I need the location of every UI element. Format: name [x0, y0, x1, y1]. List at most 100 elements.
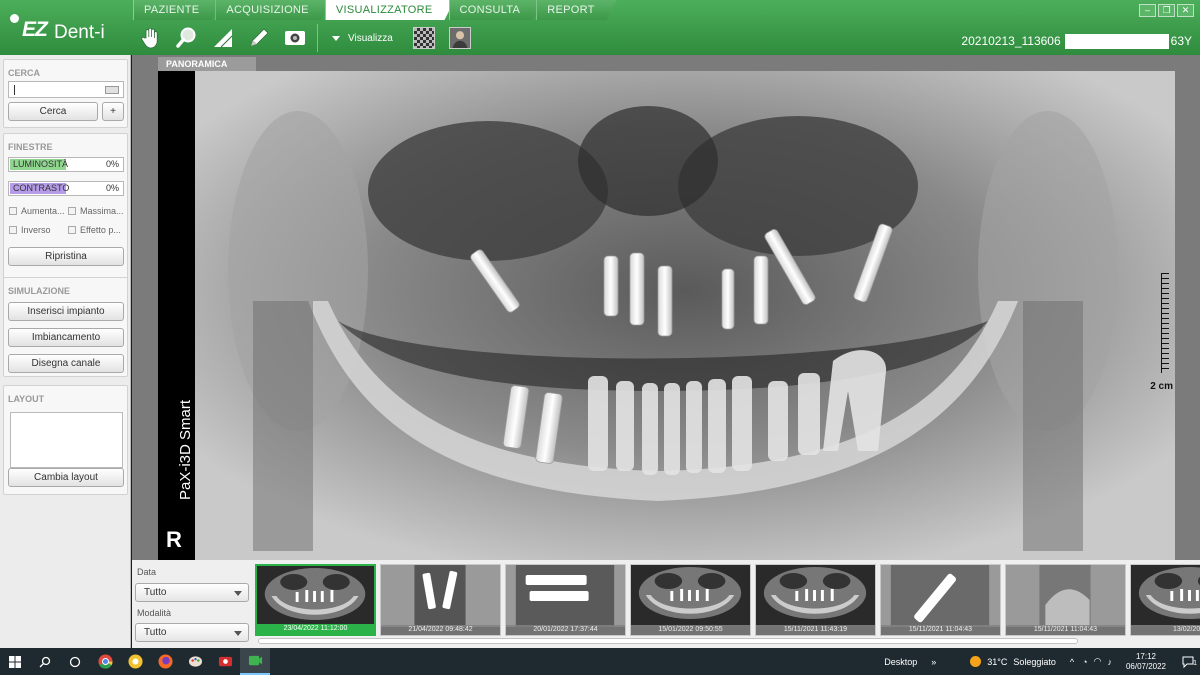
hand-icon[interactable]: [133, 23, 169, 53]
pencil-icon[interactable]: [241, 23, 277, 53]
study-thumbnail[interactable]: 15/11/2021 11:04:43: [1005, 564, 1126, 636]
layout-preview[interactable]: [10, 412, 123, 468]
study-thumbnail[interactable]: 20/01/2022 17:37:44: [505, 564, 626, 636]
minimize-icon[interactable]: –: [1139, 4, 1156, 17]
study-thumbnail[interactable]: 15/11/2021 11:43:19: [755, 564, 876, 636]
task-view-icon[interactable]: [60, 648, 90, 675]
study-thumbnail[interactable]: 15/01/2022 09:50:55: [630, 564, 751, 636]
contrast-slider[interactable]: CONTRASTO 0%: [8, 181, 124, 196]
close-icon[interactable]: ✕: [1177, 4, 1194, 17]
logo-dent: Dent-i: [54, 22, 105, 43]
restore-icon[interactable]: ❐: [1158, 4, 1175, 17]
logo-dot: [10, 14, 19, 23]
main-tabs: PAZIENTE ACQUISIZIONE VISUALIZZATORE CON…: [133, 0, 611, 20]
checkbox-box: [9, 207, 17, 215]
checkbox-label: Aumenta...: [21, 206, 65, 216]
draw-canal-button[interactable]: Disegna canale: [8, 354, 124, 373]
change-layout-button[interactable]: Cambia layout: [8, 468, 124, 487]
patient-age: 63Y: [1170, 34, 1192, 48]
search-button[interactable]: Cerca: [8, 102, 98, 121]
chrome-canary-icon[interactable]: [120, 648, 150, 675]
chevron-down-icon: [332, 35, 340, 41]
image-title: PANORAMICA: [158, 57, 256, 71]
weather-text: Soleggiato: [1013, 656, 1056, 667]
study-thumbnail[interactable]: 23/04/2022 11:12:00: [255, 564, 376, 636]
windows-start-icon[interactable]: [0, 648, 30, 675]
checkbox-invert[interactable]: Inverso: [9, 225, 51, 235]
magnifier-icon[interactable]: [169, 23, 205, 53]
tab-consulta[interactable]: CONSULTA: [449, 0, 543, 20]
weather-widget[interactable]: 31°C Soleggiato: [970, 656, 1056, 667]
layout-section-title: LAYOUT: [8, 394, 45, 404]
checkbox-box: [68, 226, 76, 234]
chevron-down-icon: [234, 631, 242, 636]
checkbox-maximize[interactable]: Massima...: [68, 206, 124, 216]
patient-photo-icon[interactable]: [448, 27, 471, 49]
thumbnail-date: 23/04/2022 11:12:00: [257, 624, 374, 634]
network-icon[interactable]: ◔: [1082, 657, 1087, 667]
reset-button[interactable]: Ripristina: [8, 247, 124, 266]
system-tray: Desktop » 31°C Soleggiato ^ ◔ ◠ ♪ 17:12 …: [884, 648, 1200, 675]
thumbnail-image: [506, 565, 625, 627]
whitening-button[interactable]: Imbiancamento: [8, 328, 124, 347]
thumbnail-scrollbar[interactable]: [258, 638, 1078, 644]
study-thumbnail[interactable]: 15/11/2021 11:04:43: [880, 564, 1001, 636]
checkbox-box: [9, 226, 17, 234]
volume-icon[interactable]: ♪: [1107, 657, 1112, 667]
thumbnail-image: [881, 565, 1000, 627]
chrome-icon[interactable]: [90, 648, 120, 675]
desktop-toolbar-label[interactable]: Desktop: [884, 657, 917, 667]
search-section-title: CERCA: [8, 68, 41, 78]
panoramic-xray[interactable]: PaX-i3D Smart R 2 cm: [158, 71, 1175, 560]
notification-count: 1: [1193, 660, 1197, 667]
contrast-value: 0%: [105, 183, 119, 193]
clock[interactable]: 17:12 06/07/2022: [1126, 652, 1166, 672]
study-thumbnail[interactable]: 21/04/2022 09:48:42: [380, 564, 501, 636]
brightness-slider[interactable]: LUMINOSITÀ 0%: [8, 157, 124, 172]
view-menu[interactable]: Visualizza: [322, 33, 403, 44]
checkbox-box: [68, 207, 76, 215]
chevron-up-icon[interactable]: ^: [1070, 657, 1074, 667]
chevron-down-icon: [234, 591, 242, 596]
thumbnail-date: 13/02/2021: [1131, 625, 1200, 635]
firefox-icon[interactable]: [150, 648, 180, 675]
search-input[interactable]: [8, 81, 124, 98]
side-marker: R: [166, 527, 182, 552]
tab-acquisizione[interactable]: ACQUISIZIONE: [215, 0, 330, 20]
thumbnail-image: [1131, 565, 1200, 627]
tab-report[interactable]: REPORT: [536, 0, 616, 20]
mosaic-view-icon[interactable]: [412, 27, 435, 49]
wifi-icon[interactable]: ◠: [1094, 656, 1102, 667]
ezdent-app-icon[interactable]: [240, 648, 270, 675]
tab-visualizzatore[interactable]: VISUALIZZATORE: [325, 0, 455, 20]
temperature: 31°C: [987, 656, 1008, 667]
date-filter-select[interactable]: Tutto: [135, 583, 249, 602]
modality-filter-value: Tutto: [144, 627, 167, 638]
checkbox-effect[interactable]: Effetto p...: [68, 225, 121, 235]
app-logo: EZ Dent-i: [8, 12, 130, 46]
camera-icon[interactable]: [277, 23, 313, 53]
scale-ruler: [1161, 273, 1169, 373]
insert-implant-button[interactable]: Inserisci impianto: [8, 302, 124, 321]
thumbnail-date: 21/04/2022 09:48:42: [381, 625, 500, 635]
clock-time: 17:12: [1135, 651, 1156, 661]
keyboard-icon[interactable]: [105, 86, 119, 94]
thumbnail-date: 20/01/2022 17:37:44: [506, 625, 625, 635]
triangle-icon[interactable]: [205, 23, 241, 53]
device-label: PaX-i3D Smart: [177, 400, 194, 500]
toolbar-separator: [317, 24, 318, 52]
modality-filter-select[interactable]: Tutto: [135, 623, 249, 642]
add-button[interactable]: +: [102, 102, 124, 121]
simulation-section-title: SIMULAZIONE: [8, 286, 70, 296]
thumbnail-image: [1006, 565, 1125, 627]
tab-paziente[interactable]: PAZIENTE: [133, 0, 221, 20]
chevron-right-icon[interactable]: »: [931, 657, 936, 667]
search-icon[interactable]: [30, 648, 60, 675]
screen-recorder-icon[interactable]: [210, 648, 240, 675]
xray-image: [195, 71, 1175, 560]
checkbox-enhance[interactable]: Aumenta...: [9, 206, 65, 216]
notification-icon[interactable]: 1: [1176, 648, 1200, 675]
paint-icon[interactable]: [180, 648, 210, 675]
text-cursor: [14, 85, 15, 95]
study-thumbnail[interactable]: 13/02/2021: [1130, 564, 1200, 636]
